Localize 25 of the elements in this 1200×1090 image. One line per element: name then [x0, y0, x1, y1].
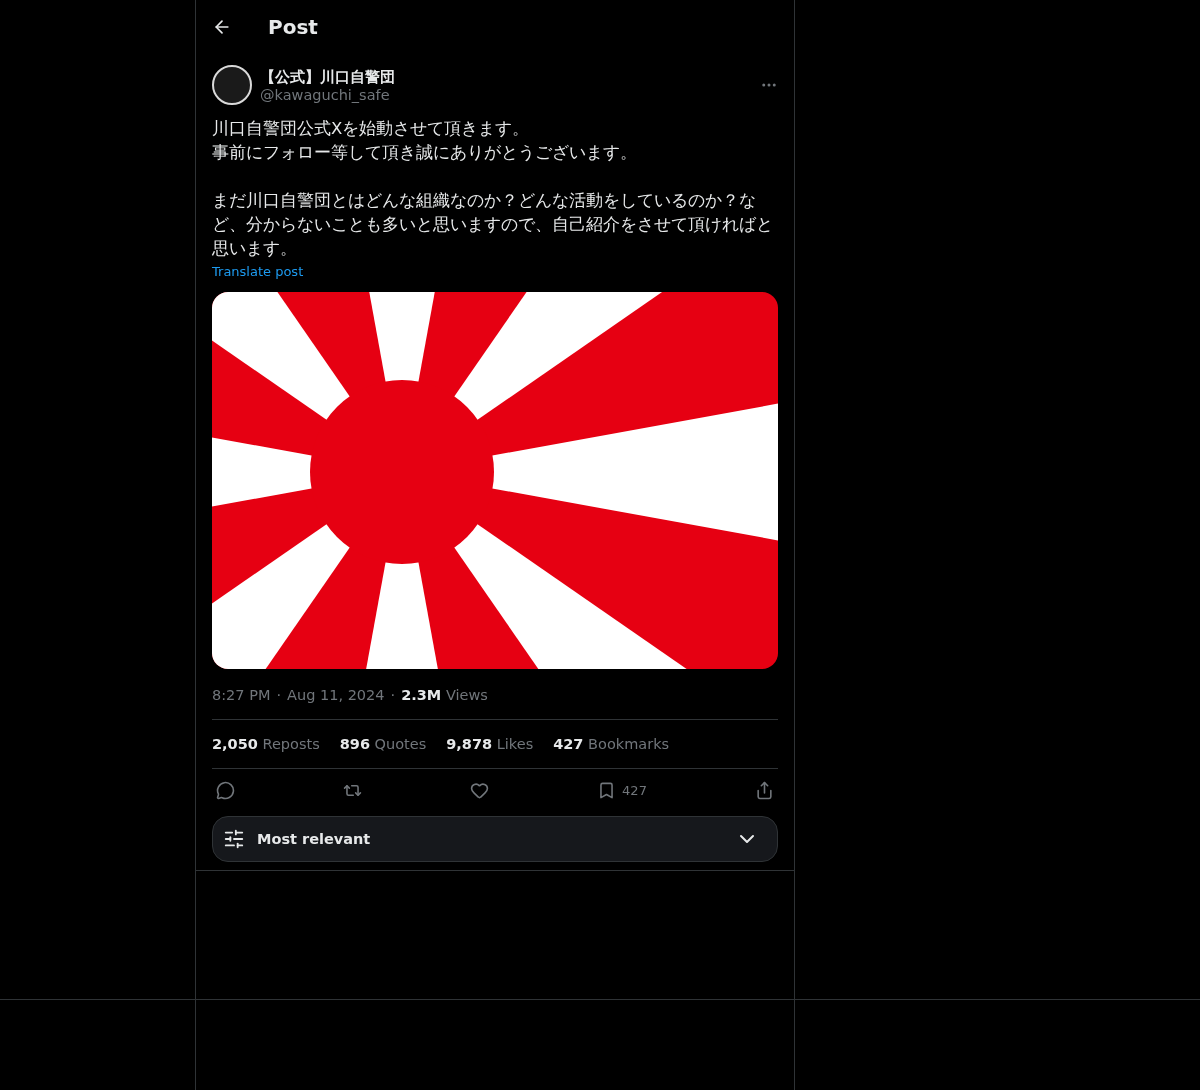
page-title: Post — [268, 14, 318, 39]
view-count: 2.3M Views — [401, 687, 488, 703]
sort-label: Most relevant — [257, 831, 372, 847]
stat-link[interactable]: 2,050 Reposts — [212, 736, 320, 752]
translate-link[interactable]: Translate post — [212, 264, 304, 279]
post-text: まだ川口自警団とはどんな組織なのか？どんな活動をしているのか？など、分からないことも多いと思いますので、自己紹介をさせて頂ければと思います。 — [212, 190, 774, 260]
post-time: 8:27 PM — [212, 687, 271, 703]
post-text: 川口自警団公式Xを始動させて頂きます。 — [212, 118, 531, 140]
stat-link[interactable]: 427 Bookmarks — [553, 736, 670, 752]
stat-link[interactable]: 9,878 Likes — [446, 736, 534, 752]
bookmark-count: 427 — [622, 783, 647, 798]
stat-link[interactable]: 896 Quotes — [339, 736, 427, 752]
post-text: 事前にフォロー等して頂き誠にありがとうございます。 — [212, 142, 638, 164]
sort-dropdown[interactable]: Most relevant — [212, 816, 778, 862]
separator-dot: · — [276, 687, 282, 703]
separator-dot: · — [390, 687, 396, 703]
user-handle[interactable]: @kawaguchi_safe — [260, 86, 752, 103]
bookmark-button[interactable]: 427 — [597, 781, 647, 800]
share-button[interactable] — [754, 781, 774, 800]
avatar[interactable] — [212, 65, 252, 105]
post-date[interactable]: Aug 11, 2024 — [287, 687, 385, 703]
like-button[interactable] — [470, 781, 490, 800]
display-name[interactable]: 【公式】川口自警団 — [260, 67, 752, 87]
reply-button[interactable] — [216, 781, 235, 800]
sliders-icon — [223, 828, 245, 850]
